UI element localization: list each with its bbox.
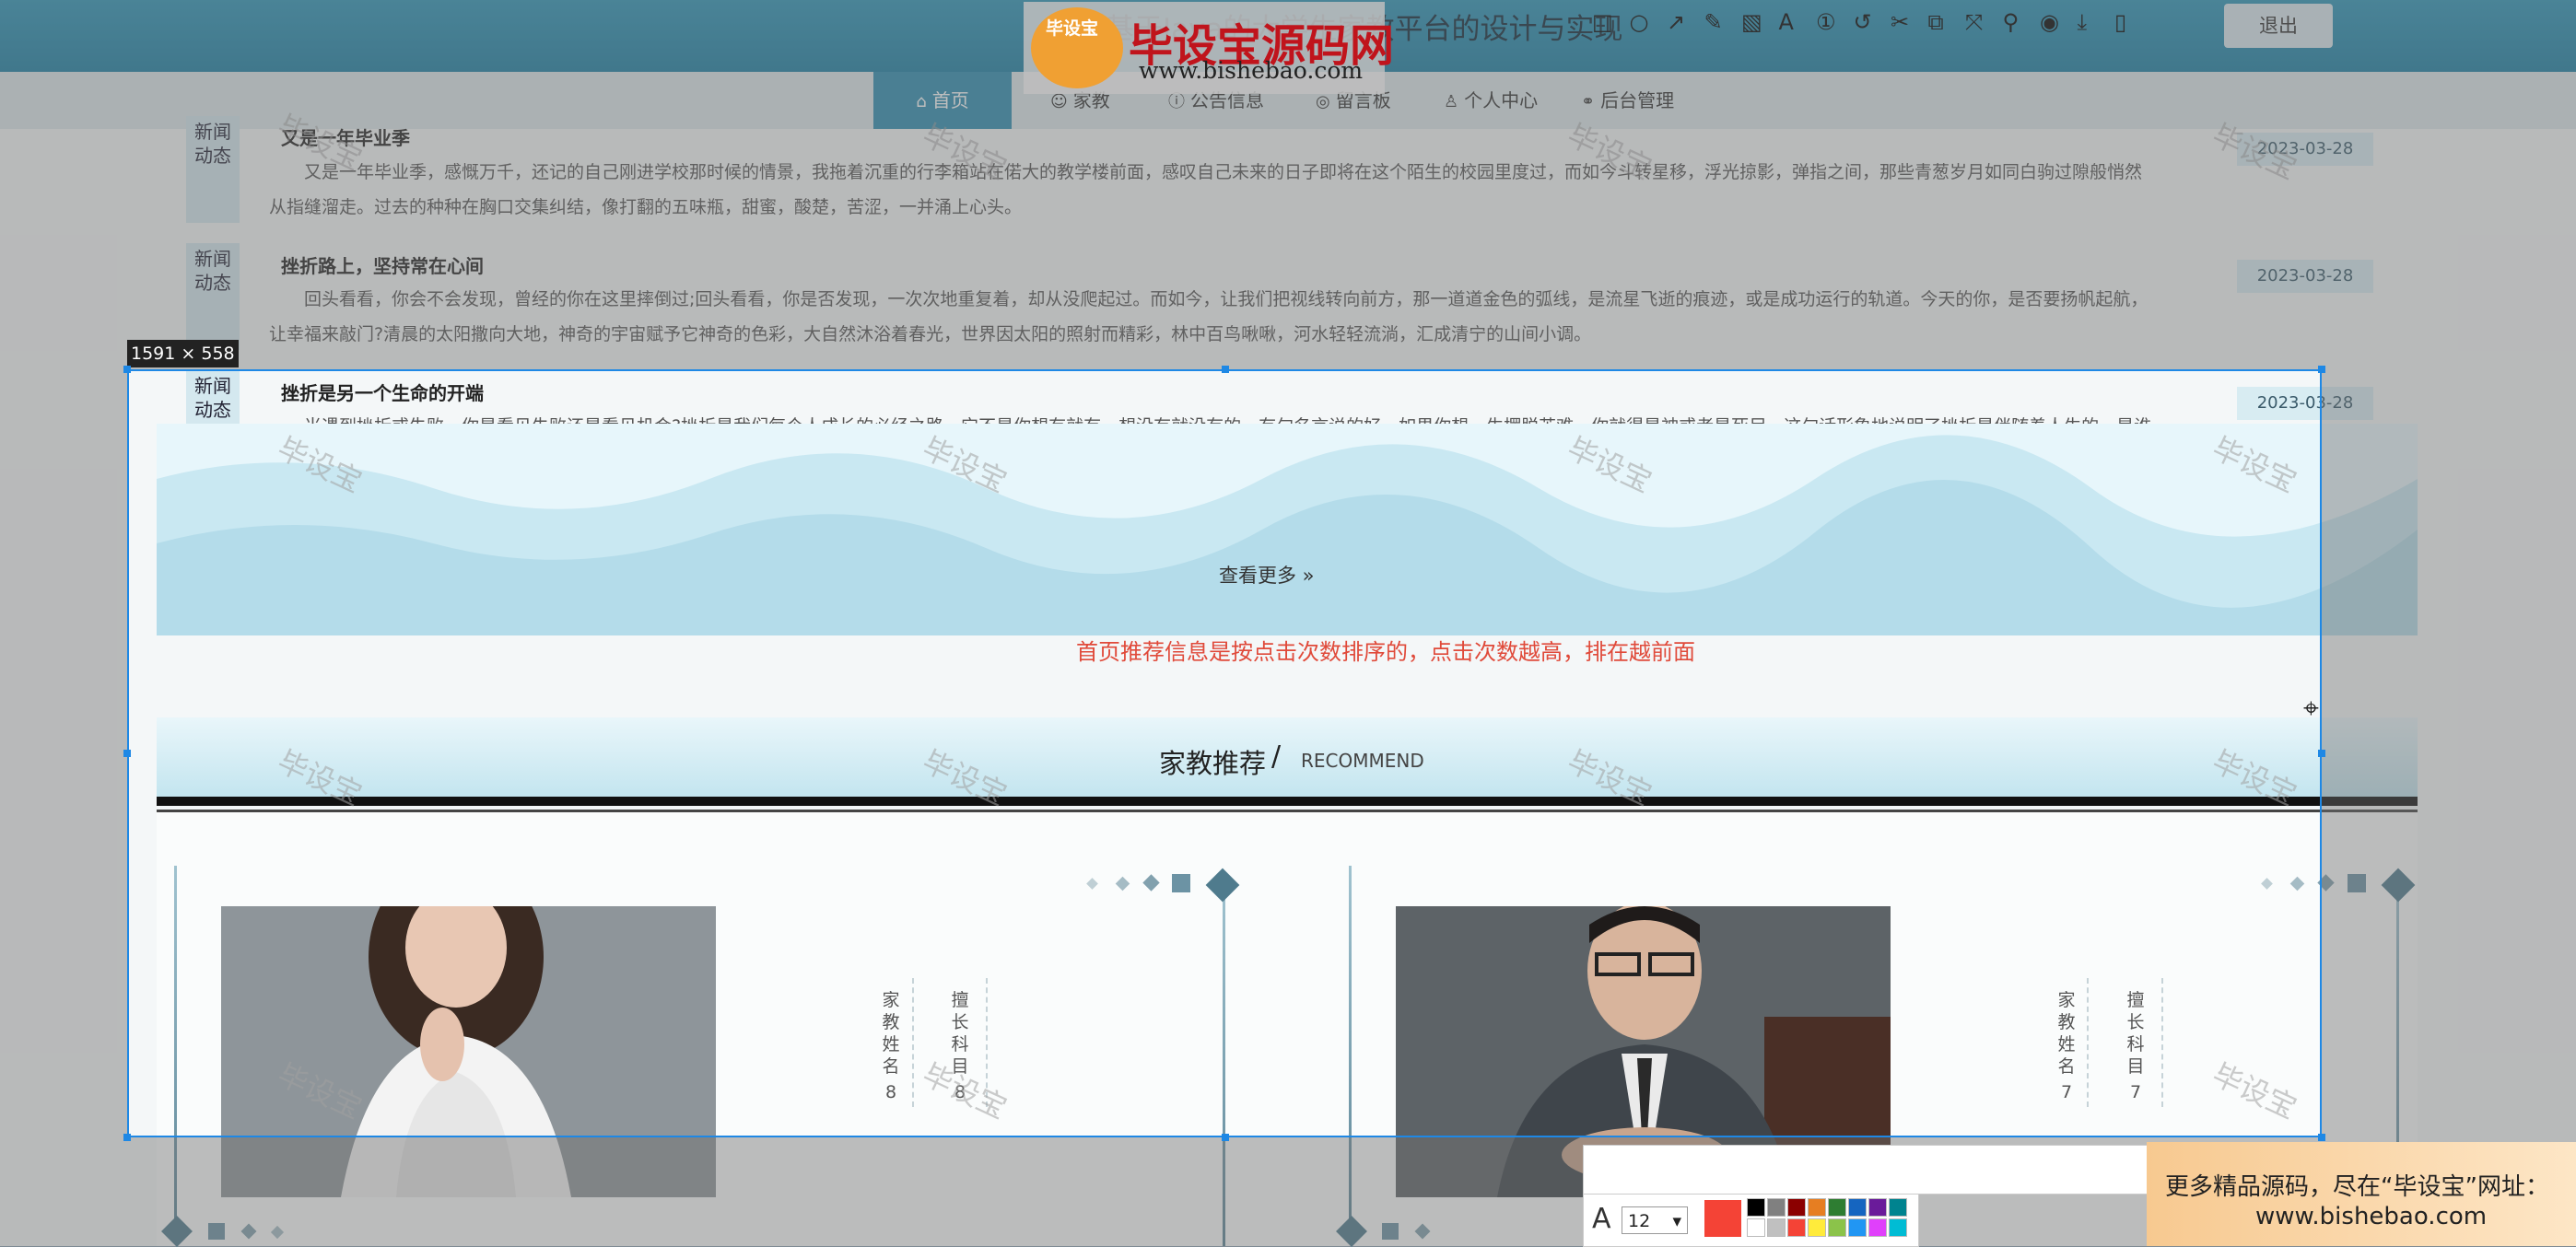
palette-swatch[interactable]	[1808, 1198, 1826, 1217]
palette-swatch[interactable]	[1828, 1198, 1846, 1217]
resize-handle[interactable]	[123, 1134, 131, 1141]
current-color-swatch[interactable]	[1704, 1200, 1741, 1237]
crosshair-cursor-icon: ⌖	[2303, 693, 2319, 725]
ellipse-icon[interactable]: ○	[1630, 9, 1649, 35]
capture-toolbar	[1583, 1145, 2156, 1195]
promo-url: www.bishebao.com	[2255, 1203, 2488, 1230]
mosaic-icon[interactable]: ▧	[1741, 9, 1762, 35]
pencil-icon[interactable]: ✎	[1704, 9, 1723, 35]
watermark-logo-url: www.bishebao.com	[1139, 57, 1364, 84]
translate-icon[interactable]: ⤧	[1965, 9, 1983, 35]
text-icon[interactable]: A	[1779, 9, 1794, 35]
watermark-logo-badge-text: 毕设宝	[1046, 18, 1099, 39]
palette-swatch[interactable]	[1747, 1198, 1765, 1217]
promo-text: 更多精品源码，尽在“毕设宝”网址：	[2165, 1173, 2549, 1201]
capture-dim-left	[0, 369, 127, 1137]
palette-swatch[interactable]	[1868, 1218, 1887, 1237]
undo-icon[interactable]: ↺	[1854, 9, 1872, 35]
resize-handle[interactable]	[2318, 750, 2325, 757]
rectangle-icon[interactable]: □	[1592, 9, 1613, 35]
pin-icon[interactable]: ⚲	[2003, 9, 2020, 35]
palette-swatch[interactable]	[1868, 1198, 1887, 1217]
palette-swatch[interactable]	[1848, 1218, 1867, 1237]
palette-swatch[interactable]	[1767, 1198, 1786, 1217]
font-size-select[interactable]: 12 ▾	[1622, 1206, 1688, 1234]
crop-icon[interactable]: ✂	[1891, 9, 1909, 35]
palette-swatch[interactable]	[1808, 1218, 1826, 1237]
resize-handle[interactable]	[1222, 1134, 1229, 1141]
counter-icon[interactable]: ①	[1816, 9, 1836, 35]
resize-handle[interactable]	[1222, 366, 1229, 373]
save-icon[interactable]: ⤓	[2078, 9, 2088, 35]
capture-selection-box[interactable]	[127, 369, 2322, 1137]
ocr-icon[interactable]: ⧉	[1928, 9, 1944, 35]
capture-size-label: 1591 × 558	[127, 340, 239, 367]
palette-swatch[interactable]	[1747, 1218, 1765, 1237]
resize-handle[interactable]	[2318, 1134, 2325, 1141]
palette-swatch[interactable]	[1828, 1218, 1846, 1237]
font-size-value: 12	[1628, 1211, 1651, 1231]
record-icon[interactable]: ◉	[2040, 9, 2059, 35]
resize-handle[interactable]	[123, 366, 131, 373]
chevron-down-icon: ▾	[1672, 1211, 1681, 1231]
palette-swatch[interactable]	[1848, 1198, 1867, 1217]
font-size-icon: A	[1592, 1203, 1611, 1235]
resize-handle[interactable]	[2318, 366, 2325, 373]
arrow-icon[interactable]: ↗	[1667, 9, 1685, 35]
resize-handle[interactable]	[123, 750, 131, 757]
palette-swatch[interactable]	[1889, 1198, 1907, 1217]
palette-swatch[interactable]	[1889, 1218, 1907, 1237]
palette-swatch[interactable]	[1767, 1218, 1786, 1237]
capture-dim-right	[2322, 369, 2576, 1137]
palette-swatch[interactable]	[1787, 1198, 1806, 1217]
copy-icon[interactable]: ▯	[2114, 9, 2126, 35]
palette-swatch[interactable]	[1787, 1218, 1806, 1237]
